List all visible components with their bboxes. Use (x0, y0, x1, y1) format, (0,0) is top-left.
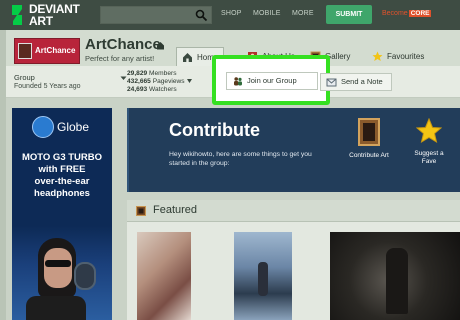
deviantart-logo-icon[interactable] (7, 3, 29, 27)
headphones-icon (74, 262, 96, 290)
contribute-art-label: Contribute Art (349, 152, 389, 159)
ad-brand-name: Globe (57, 120, 90, 134)
group-type-label: Group (14, 73, 35, 82)
note-icon (326, 78, 337, 87)
become-core-link[interactable]: Become CORE (382, 10, 432, 17)
model-face (44, 248, 72, 288)
avatar-label: ArtChance (35, 46, 76, 55)
advertisement-banner[interactable]: Globe MOTO G3 TURBO with FREE over-the-e… (12, 108, 112, 320)
featured-thumbnail-3[interactable] (330, 232, 460, 320)
become-label: Become (382, 10, 408, 17)
submit-button[interactable]: SUBMIT (326, 5, 372, 24)
ad-photo (12, 226, 112, 320)
join-group-label: Join our Group (247, 76, 297, 85)
nav-shop-link[interactable]: SHOP (221, 10, 242, 17)
watchers-stat: 24,693 Watchers (127, 86, 177, 93)
contribute-art-button[interactable]: Contribute Art (344, 118, 394, 159)
ad-copy: MOTO G3 TURBO with FREE over-the-ear hea… (21, 152, 103, 199)
group-founded-text: Founded 5 Years ago (14, 83, 81, 90)
group-tagline: Perfect for any artist! (85, 54, 155, 63)
tab-favourites-label: Favourites (387, 52, 425, 61)
star-icon (416, 118, 442, 144)
contribute-description: Hey wikihowto, here are some things to g… (169, 151, 312, 167)
model-body (26, 296, 86, 320)
pageviews-stat[interactable]: 432,665 Pageviews (127, 78, 192, 86)
search-input[interactable] (100, 6, 212, 24)
globe-logo-icon (32, 116, 54, 138)
tab-favourites[interactable]: Favourites (367, 47, 442, 66)
featured-title: Featured (153, 204, 198, 216)
gallery-icon (136, 206, 146, 216)
top-navigation-bar: DEVIANT ART SHOP MOBILE MORE SUBMIT Beco… (0, 0, 460, 30)
chevron-down-icon[interactable] (120, 76, 127, 81)
frame-icon (358, 118, 380, 146)
featured-section: Featured (127, 200, 460, 320)
figure-silhouette (258, 262, 268, 296)
core-badge: CORE (408, 10, 432, 17)
suggest-fave-button[interactable]: Suggest a Fave (407, 118, 451, 166)
nav-more-link[interactable]: MORE (292, 10, 314, 17)
send-note-label: Send a Note (341, 77, 383, 86)
featured-header: Featured (127, 200, 460, 222)
send-note-button[interactable]: Send a Note (320, 73, 392, 91)
home-icon (183, 53, 192, 62)
group-stats: 29,829 Members 432,665 Pageviews 24,693 … (127, 70, 192, 94)
chevron-down-icon (186, 79, 192, 84)
figure-silhouette (386, 248, 408, 314)
nav-mobile-link[interactable]: MOBILE (253, 10, 281, 17)
members-stat: 29,829 Members (127, 70, 177, 77)
join-group-button[interactable]: Join our Group (226, 72, 318, 90)
featured-thumbnail-2[interactable] (234, 232, 292, 320)
house-icon (157, 42, 164, 50)
sunglasses (45, 260, 71, 267)
people-icon (234, 77, 242, 86)
star-icon (372, 51, 383, 61)
group-avatar[interactable]: ArtChance (14, 38, 80, 64)
site-logo-text[interactable]: DEVIANT ART (29, 3, 80, 27)
contribute-panel: Contribute Hey wikihowto, here are some … (127, 108, 460, 192)
avatar-image (18, 43, 32, 59)
search-icon[interactable] (195, 9, 208, 22)
contribute-title: Contribute (169, 120, 260, 140)
suggest-fave-label: Suggest a Fave (414, 150, 444, 165)
featured-thumbnail-1[interactable] (137, 232, 191, 320)
group-title: ArtChance (85, 36, 161, 53)
